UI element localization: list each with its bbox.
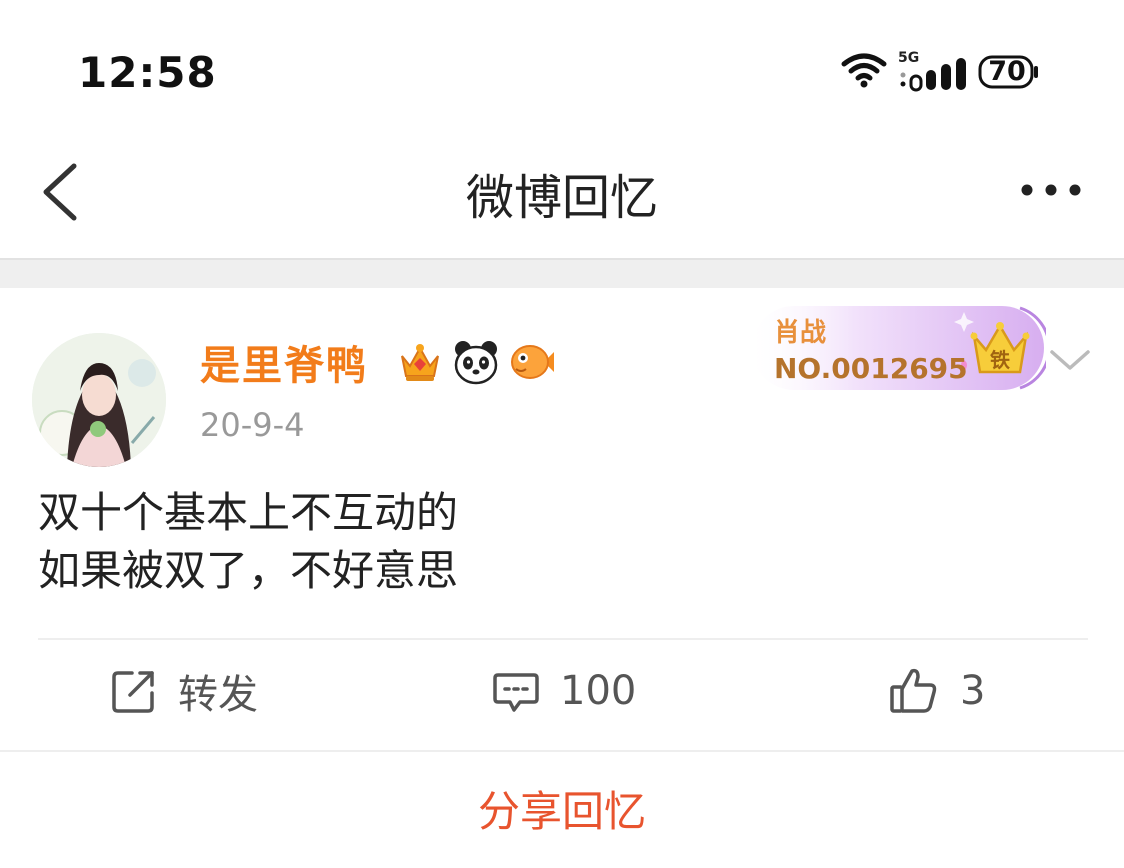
repost-button[interactable]: 转发 [110,660,258,722]
crown-icon: 铁 [968,316,1032,380]
crown-level-text: 铁 [990,348,1010,372]
user-badges [396,338,556,386]
thumbs-up-icon [890,668,937,713]
fan-card-star-name: 肖战 [774,318,827,348]
post-card: 是里脊鸭 20-9-4 肖战 NO.0012695 铁 双十个基本上不互动的 如… [0,288,1124,868]
post-menu-button[interactable] [1046,344,1094,376]
repost-label: 转发 [178,672,258,718]
post-text-line: 如果被双了，不好意思 [38,546,459,595]
clock-time: 12:58 [78,48,217,97]
section-divider [0,258,1124,288]
avatar-illustration-icon [32,333,166,467]
battery-level: 70 [988,56,1026,87]
crown-vip-icon[interactable] [396,338,444,386]
page-title: 微博回忆 [465,170,658,226]
cellular-signal-icon: 5G [898,50,968,92]
wifi-icon [840,50,888,94]
content-divider [38,638,1088,640]
avatar[interactable] [32,333,166,467]
status-icons: 5G 70 [840,50,1040,94]
more-dots-icon [1021,184,1081,196]
comment-icon [493,673,539,712]
status-bar: 12:58 5G 70 [0,0,1124,130]
fan-card-number: NO.0012695 [774,352,968,385]
chevron-down-icon [1050,350,1090,370]
battery-icon: 70 [978,55,1040,89]
navigation-bar: 微博回忆 [0,130,1124,258]
repost-icon [112,671,154,713]
share-memory-button[interactable]: 分享回忆 [0,778,1124,839]
username[interactable]: 是里脊鸭 [200,333,368,391]
post-content: 双十个基本上不互动的 如果被双了，不好意思 [38,484,458,600]
panda-icon[interactable] [452,338,500,386]
post-timestamp: 20-9-4 [200,406,305,444]
fan-card[interactable]: 肖战 NO.0012695 铁 [752,302,1046,394]
comment-button[interactable]: 100 [492,660,636,722]
fish-icon[interactable] [508,338,556,386]
actions-divider [0,750,1124,752]
like-button[interactable]: 3 [888,660,985,722]
post-text-line: 双十个基本上不互动的 [38,488,459,537]
comment-count: 100 [560,668,637,714]
like-count: 3 [960,668,986,714]
more-button[interactable] [1020,178,1082,202]
